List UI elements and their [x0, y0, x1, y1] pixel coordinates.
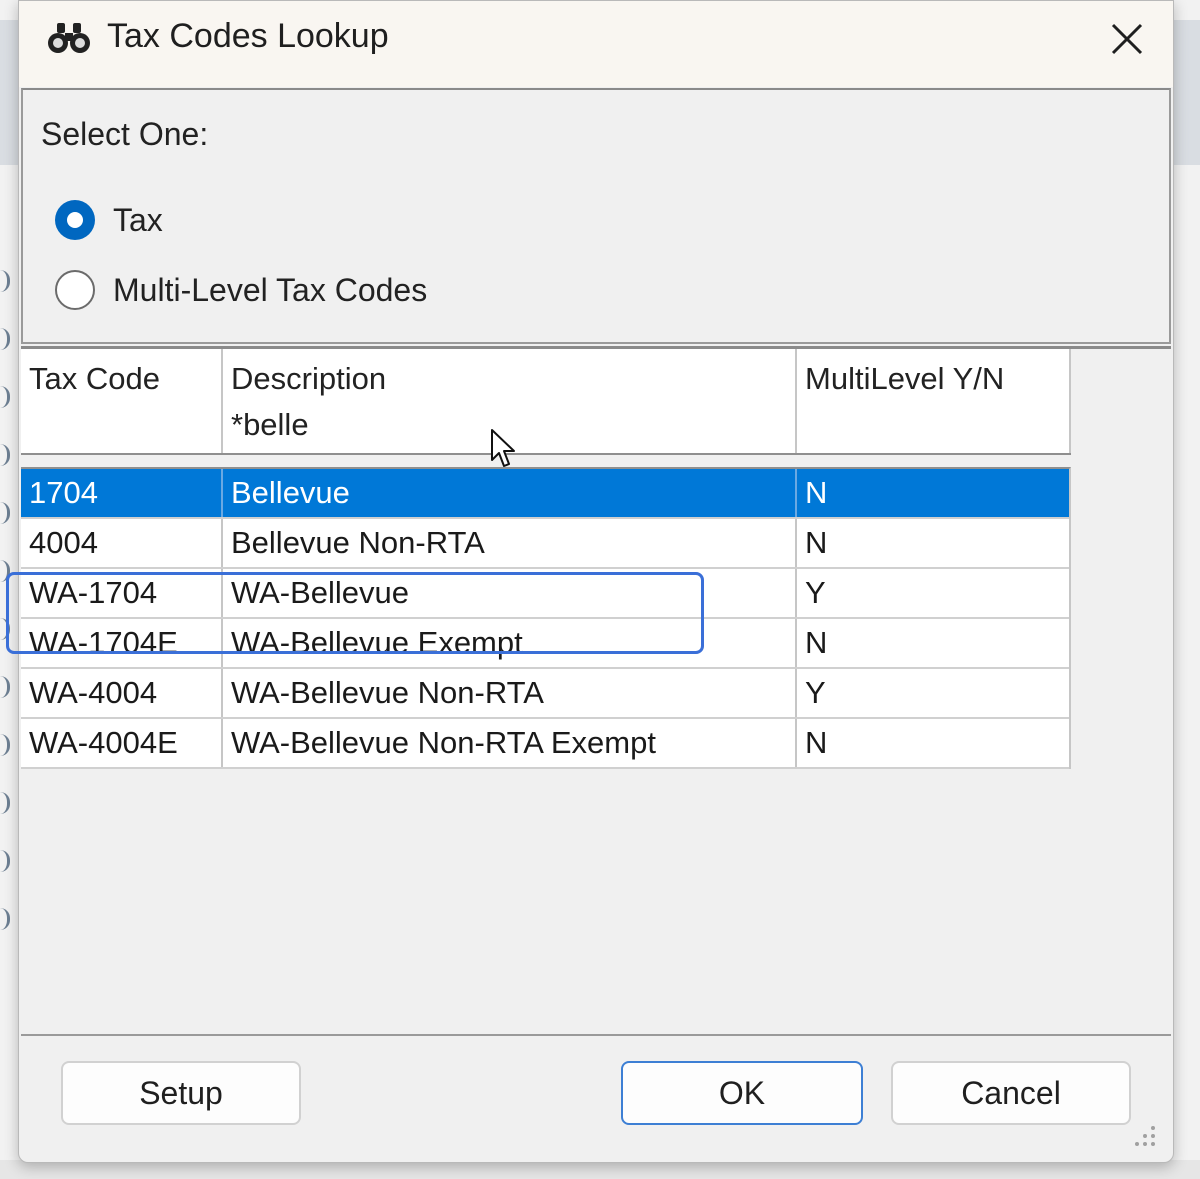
ok-button[interactable]: OK — [621, 1061, 863, 1125]
cell-tax-code: WA-4004E — [21, 719, 223, 767]
cell-description: Bellevue Non-RTA — [223, 519, 797, 567]
cell-tax-code: 4004 — [21, 519, 223, 567]
radio-option-tax[interactable]: Tax — [55, 198, 163, 242]
tax-codes-grid: Tax Code Description *belle MultiLevel Y… — [21, 349, 1071, 769]
resize-grip-icon[interactable] — [1129, 1122, 1157, 1150]
tax-codes-grid-area: Tax Code Description *belle MultiLevel Y… — [21, 346, 1171, 1036]
dialog-title: Tax Codes Lookup — [107, 17, 389, 55]
table-row[interactable]: WA-1704 WA-Bellevue Y — [21, 569, 1069, 619]
select-one-panel: Select One: Tax Multi-Level Tax Codes — [21, 88, 1171, 344]
grid-spacer — [21, 455, 1071, 467]
cell-description: WA-Bellevue — [223, 569, 797, 617]
cell-multilevel: N — [805, 475, 828, 510]
column-header-label: Tax Code — [29, 361, 160, 396]
cell-tax-code: WA-1704E — [21, 619, 223, 667]
table-row[interactable]: 4004 Bellevue Non-RTA N — [21, 519, 1069, 569]
select-one-label: Select One: — [41, 116, 209, 152]
cell-multilevel: N — [805, 725, 828, 760]
column-header-label: MultiLevel Y/N — [805, 361, 1005, 396]
radio-button-unchecked[interactable] — [55, 270, 95, 310]
column-header-tax-code[interactable]: Tax Code — [21, 349, 223, 453]
close-icon[interactable] — [1103, 15, 1151, 63]
cell-description: WA-Bellevue Non-RTA Exempt — [223, 719, 797, 767]
dialog-titlebar[interactable]: Tax Codes Lookup — [19, 1, 1173, 87]
cell-multilevel: N — [805, 625, 828, 660]
cell-description: Bellevue — [223, 469, 797, 517]
table-row[interactable]: WA-4004E WA-Bellevue Non-RTA Exempt N — [21, 719, 1069, 769]
cell-multilevel: N — [805, 525, 828, 560]
cell-tax-code: 1704 — [21, 469, 223, 517]
cell-multilevel: Y — [805, 575, 826, 610]
table-row[interactable]: WA-4004 WA-Bellevue Non-RTA Y — [21, 669, 1069, 719]
setup-button[interactable]: Setup — [61, 1061, 301, 1125]
radio-option-multi-level[interactable]: Multi-Level Tax Codes — [55, 268, 427, 312]
cell-tax-code: WA-4004 — [21, 669, 223, 717]
description-filter-input[interactable]: *belle — [231, 407, 309, 443]
table-row[interactable]: 1704 Bellevue N — [21, 469, 1069, 519]
table-row[interactable]: WA-1704E WA-Bellevue Exempt N — [21, 619, 1069, 669]
cell-description: WA-Bellevue Non-RTA — [223, 669, 797, 717]
radio-label: Multi-Level Tax Codes — [113, 271, 428, 308]
background-left-edge — [0, 270, 16, 990]
grid-header: Tax Code Description *belle MultiLevel Y… — [21, 349, 1071, 455]
radio-label: Tax — [113, 201, 163, 238]
column-header-label: Description — [231, 361, 387, 396]
binoculars-icon — [48, 23, 90, 53]
column-header-description[interactable]: Description *belle — [223, 349, 797, 453]
cancel-button[interactable]: Cancel — [891, 1061, 1131, 1125]
cell-description: WA-Bellevue Exempt — [223, 619, 797, 667]
cell-multilevel: Y — [805, 675, 826, 710]
tax-codes-lookup-dialog: Tax Codes Lookup Select One: Tax Multi-L… — [18, 0, 1174, 1163]
column-header-multilevel[interactable]: MultiLevel Y/N — [797, 349, 1071, 453]
cell-tax-code: WA-1704 — [21, 569, 223, 617]
grid-body: 1704 Bellevue N 4004 Bellevue Non-RTA N … — [21, 467, 1071, 769]
radio-button-checked[interactable] — [55, 200, 95, 240]
